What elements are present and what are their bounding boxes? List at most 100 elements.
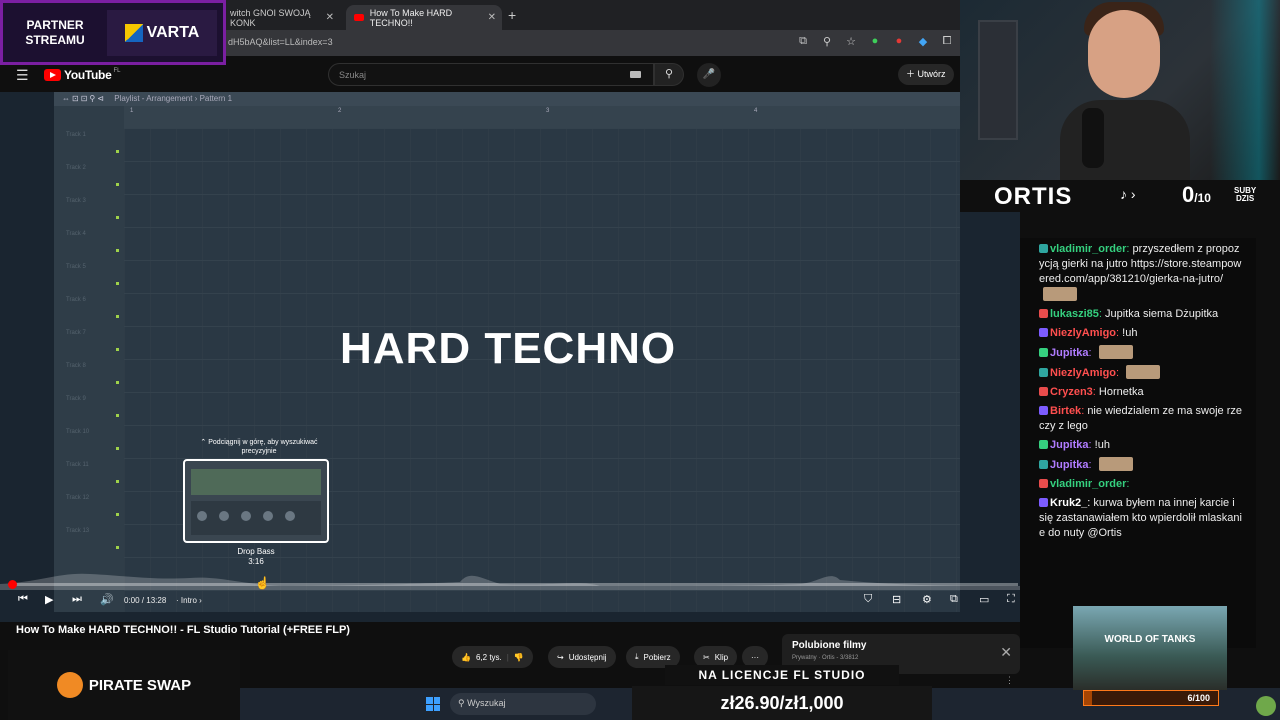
youtube-play-icon [44,69,61,81]
extension-icon[interactable]: ◆ [916,35,930,48]
subs-label: SUBY DZIS [1234,187,1256,203]
track-led-icon[interactable] [116,414,119,417]
chat-username[interactable]: Cryzen3 [1050,386,1093,398]
next-icon[interactable]: ⏭ [72,593,82,606]
mouse-cursor-icon: ☝ [255,576,270,590]
badge-icon [1039,440,1048,449]
shield-icon[interactable]: ⛉ [864,593,872,606]
chat-username[interactable]: NiezlyAmigo [1050,327,1116,339]
track-led-icon[interactable] [116,315,119,318]
track-label: Track 11 [66,462,89,468]
track-led-icon[interactable] [116,216,119,219]
track-led-icon[interactable] [116,249,119,252]
preview-panel [191,469,321,495]
video-player[interactable]: ⇔⊡⊡⚲⊲ Playlist - Arrangement › Pattern 1… [0,92,1020,622]
badge-icon [1039,348,1048,357]
volume-icon[interactable]: 🔊 [100,593,114,606]
neon-light [1210,0,1280,180]
chat-username[interactable]: vladimir_order [1050,243,1126,255]
like-count: 6,2 tys. [475,652,502,662]
chat-username[interactable]: NiezlyAmigo [1050,367,1116,379]
emote-icon [1256,696,1276,716]
cast-icon[interactable]: ⧉ [796,35,810,48]
microphone-icon[interactable]: 🎤 [697,63,721,87]
search-icon: ⚲ [664,68,674,80]
chat-username[interactable]: Birtek [1050,405,1081,417]
chat-username[interactable]: Jupitka [1050,459,1089,471]
chat-message: NiezlyAmigo: [1039,365,1242,381]
emote-icon [1126,365,1161,379]
miniplayer-icon[interactable]: ⧉ [950,593,958,606]
breadcrumb: Playlist - Arrangement › Pattern 1 [114,94,233,103]
current-time: 0:00 [124,596,140,605]
like-button[interactable]: 👍 6,2 tys. | 👎 [452,646,533,668]
chat-username[interactable]: Kruk2_ [1050,497,1087,509]
thumbs-down-icon[interactable]: 👎 [514,653,524,662]
windows-start-icon[interactable] [426,697,440,711]
more-icon[interactable]: ⋮ [1005,675,1014,686]
track-label: Track 2 [66,165,86,171]
play-icon[interactable]: ▶ [45,593,53,606]
track-led-icon[interactable] [116,513,119,516]
track-led-icon[interactable] [116,381,119,384]
track-led-icon[interactable] [116,447,119,450]
chat-username[interactable]: Jupitka [1050,347,1089,359]
menu-icon[interactable]: ☰ [16,67,29,84]
close-icon[interactable]: ✕ [1000,644,1012,661]
share-icon: ↪ [557,652,564,662]
create-label: Utwórz [917,69,946,79]
youtube-logo[interactable]: YouTube FL [44,68,120,82]
taskbar-search[interactable]: ⚲ Wyszukaj [450,693,596,715]
puzzle-icon[interactable]: ⧠ [940,35,954,48]
star-icon[interactable]: ☆ [844,35,858,48]
playlist-title: Polubione filmy [792,640,867,651]
tab-active[interactable]: How To Make HARD TECHNO!! ✕ [346,5,502,30]
logo-text: YouTube [64,68,112,82]
track-led-icon[interactable] [116,546,119,549]
badge-icon [1039,368,1048,377]
previous-icon[interactable]: ⏮ [18,593,28,606]
subtitles-icon[interactable]: ⊟ [892,593,901,606]
track-label: Track 5 [66,264,86,270]
new-tab-icon[interactable]: + [508,7,516,23]
settings-gear-icon[interactable]: ⚙ [922,593,932,606]
playlist-subtitle: Prywatny · Ortis - 3/3812 [792,655,859,661]
zoom-icon[interactable]: ⚲ [820,35,834,48]
chat-message: lukaszi85: Jupitka siema Dżupitka [1039,307,1242,322]
create-button[interactable]: ＋ Utwórz [898,64,954,85]
chapter-button[interactable]: · Intro › [176,596,202,605]
theater-icon[interactable]: ▭ [979,593,989,606]
search-input[interactable]: Szukaj [328,63,654,86]
screen: witch GNOI SWOJĄ KONK ✕ How To Make HARD… [0,0,1280,720]
close-icon[interactable]: ✕ [488,12,496,23]
chat-panel: vladimir_order: przyszedłem z propozycją… [1020,238,1256,648]
price-banner: zł26.90/zł1,000 [632,686,932,720]
close-icon[interactable]: ✕ [326,12,334,23]
chat-username[interactable]: vladimir_order [1050,478,1126,490]
chat-username[interactable]: Jupitka [1050,439,1089,451]
progress-bar[interactable] [8,580,1018,589]
track-led-icon[interactable] [116,150,119,153]
search-button[interactable]: ⚲ [654,63,684,86]
chat-username[interactable]: lukaszi85 [1050,308,1099,320]
keyboard-icon[interactable] [630,71,641,78]
sub-counter: 0/10 [1182,182,1211,208]
track-led-icon[interactable] [116,282,119,285]
track-led-icon[interactable] [116,183,119,186]
thumbs-up-icon: 👍 [461,652,471,662]
emote-icon [1098,457,1133,471]
license-banner: NA LICENCJE FL STUDIO [665,665,899,685]
extension-icon[interactable]: ● [892,35,906,48]
fullscreen-icon[interactable]: ⛶ [1007,593,1015,606]
share-button[interactable]: ↪ Udostępnij [548,646,616,668]
scrubber-handle[interactable] [8,580,17,589]
varta-logo: VARTA [107,9,217,56]
track-led-icon[interactable] [116,348,119,351]
chat-message: Jupitka: [1039,457,1242,473]
download-icon: ⤓ [635,652,639,661]
tab-inactive[interactable]: witch GNOI SWOJĄ KONK ✕ [222,5,340,30]
heatmap [0,573,1020,590]
wot-progress-fill [1084,691,1093,705]
extension-icon[interactable]: ● [868,35,882,48]
track-led-icon[interactable] [116,480,119,483]
